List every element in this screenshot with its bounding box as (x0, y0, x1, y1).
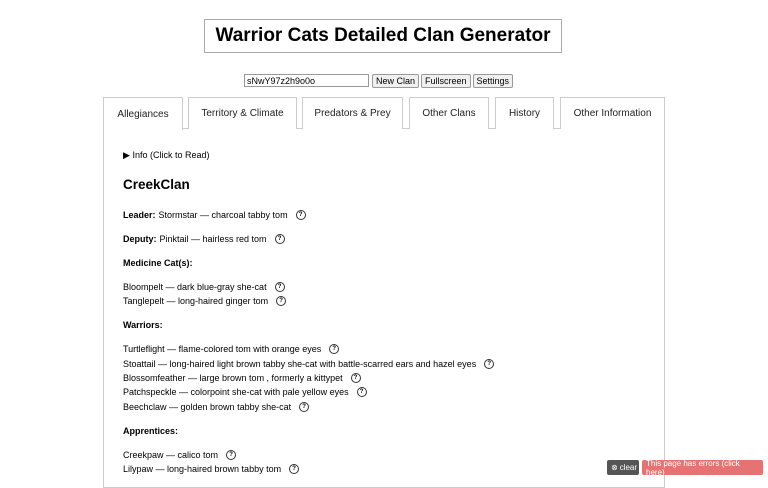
apprentice-text: Lilypaw — long-haired brown tabby tom (123, 464, 282, 474)
list-item: Stoattail — long-haired light brown tabb… (123, 358, 495, 370)
clan-name: CreekClan (123, 177, 190, 192)
help-icon[interactable]: ? (350, 373, 361, 383)
warrior-text: Patchspeckle — colorpoint she-cat with p… (123, 387, 349, 397)
help-icon[interactable]: ? (329, 344, 340, 354)
list-item: Lilypaw — long-haired brown tabby tom ? (123, 463, 300, 475)
new-clan-button[interactable]: New Clan (372, 73, 420, 88)
help-icon[interactable]: ? (295, 210, 306, 220)
list-item: Tanglepelt — long-haired ginger tom ? (123, 295, 287, 307)
help-icon[interactable]: ? (356, 387, 367, 397)
tab-predators-prey[interactable]: Predators & Prey (302, 97, 403, 129)
triangle-right-icon: ▶ (123, 150, 130, 160)
warriors-heading-label: Warriors: (123, 320, 163, 330)
leader-row: Leader: Stormstar — charcoal tabby tom ? (123, 209, 306, 221)
tab-other-clans[interactable]: Other Clans (409, 97, 489, 129)
fullscreen-button[interactable]: Fullscreen (421, 73, 471, 88)
list-item: Patchspeckle — colorpoint she-cat with p… (123, 386, 367, 398)
list-item: Bloompelt — dark blue-gray she-cat ? (123, 281, 285, 293)
list-item: Turtleflight — flame-colored tom with or… (123, 343, 340, 355)
help-icon[interactable]: ? (484, 359, 495, 369)
deputy-row: Deputy: Pinktail — hairless red tom ? (123, 233, 285, 245)
tab-history[interactable]: History (495, 97, 554, 129)
tab-allegiances[interactable]: Allegiances (103, 97, 183, 130)
help-icon[interactable]: ? (274, 282, 285, 292)
info-toggle-label: Info (Click to Read) (132, 150, 210, 160)
warrior-text: Turtleflight — flame-colored tom with or… (123, 344, 322, 354)
clear-label: clear (619, 463, 638, 472)
apprentice-text: Creekpaw — calico tom (123, 450, 219, 460)
info-toggle[interactable]: ▶ Info (Click to Read) (123, 150, 209, 161)
help-icon[interactable]: ? (274, 234, 285, 244)
medicine-heading: Medicine Cat(s): (123, 257, 196, 269)
tab-territory-climate[interactable]: Territory & Climate (188, 97, 297, 129)
help-icon[interactable]: ? (299, 402, 310, 412)
help-icon[interactable]: ? (276, 296, 287, 306)
deputy-text: Pinktail — hairless red tom (159, 234, 267, 244)
seed-input[interactable] (244, 74, 369, 87)
toolbar: New Clan Fullscreen Settings (244, 73, 514, 88)
leader-label: Leader: (123, 210, 156, 220)
deputy-label: Deputy: (123, 234, 157, 244)
medicine-cat-text: Bloompelt — dark blue-gray she-cat (123, 282, 267, 292)
tab-other-information[interactable]: Other Information (560, 97, 665, 129)
warriors-heading: Warriors: (123, 319, 166, 331)
warrior-text: Blossomfeather — large brown tom , forme… (123, 373, 343, 383)
medicine-cat-text: Tanglepelt — long-haired ginger tom (123, 296, 269, 306)
apprentices-heading: Apprentices: (123, 425, 181, 437)
list-item: Creekpaw — calico tom ? (123, 449, 237, 461)
warrior-text: Beechclaw — golden brown tabby she-cat (123, 402, 292, 412)
warrior-text: Stoattail — long-haired light brown tabb… (123, 359, 477, 369)
apprentices-heading-label: Apprentices: (123, 426, 179, 436)
clear-button[interactable]: ⊗ clear (607, 460, 639, 475)
page-title: Warrior Cats Detailed Clan Generator (204, 19, 562, 53)
trash-icon: ⊗ (611, 463, 618, 472)
errors-notice-button[interactable]: This page has errors (click here) (642, 459, 763, 477)
list-item: Blossomfeather — large brown tom , forme… (123, 372, 361, 384)
help-icon[interactable]: ? (226, 450, 237, 460)
leader-text: Stormstar — charcoal tabby tom (158, 210, 288, 220)
settings-button[interactable]: Settings (472, 73, 514, 88)
list-item: Beechclaw — golden brown tabby she-cat ? (123, 401, 310, 413)
medicine-heading-label: Medicine Cat(s): (123, 258, 193, 268)
help-icon[interactable]: ? (289, 464, 300, 474)
